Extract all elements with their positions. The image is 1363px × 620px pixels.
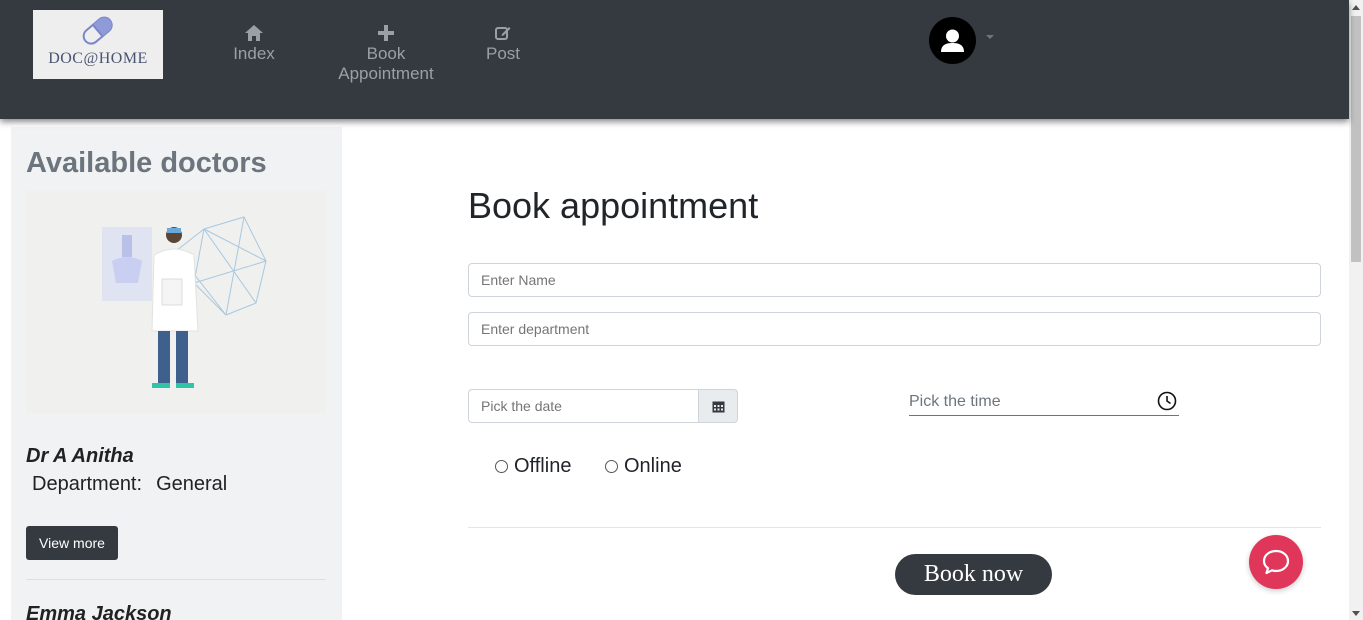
top-navbar: DOC@HOME Index Book Appointment Post xyxy=(0,0,1349,119)
nav-index-label: Index xyxy=(233,44,275,63)
home-icon xyxy=(245,25,263,41)
offline-radio[interactable] xyxy=(495,459,508,473)
sidebar-divider xyxy=(26,579,326,580)
user-avatar-icon xyxy=(941,29,964,52)
nav-post[interactable]: Post xyxy=(478,22,528,64)
date-picker xyxy=(468,389,738,423)
user-menu-caret-icon[interactable] xyxy=(986,35,994,39)
form-divider xyxy=(468,527,1321,528)
offline-option[interactable]: Offline xyxy=(495,454,571,478)
online-label: Online xyxy=(624,454,682,477)
online-radio[interactable] xyxy=(605,459,618,473)
nav-post-label: Post xyxy=(485,44,521,63)
scroll-down-arrow-icon[interactable] xyxy=(1349,606,1363,620)
edit-icon xyxy=(495,27,511,40)
scroll-thumb[interactable] xyxy=(1351,16,1361,262)
time-input[interactable] xyxy=(909,389,1149,415)
offline-label: Offline xyxy=(514,454,572,477)
doctor-name: Emma Jackson xyxy=(26,603,172,620)
nav-book-appointment[interactable]: Book Appointment xyxy=(330,22,442,84)
pill-icon xyxy=(82,16,113,45)
online-option[interactable]: Online xyxy=(605,454,682,478)
date-input[interactable] xyxy=(468,389,699,423)
view-more-button[interactable]: View more xyxy=(26,526,118,560)
clock-icon[interactable] xyxy=(1157,391,1177,411)
plus-icon xyxy=(378,25,394,41)
department-value: General xyxy=(156,473,228,495)
nav-book-label: Book Appointment xyxy=(338,44,434,83)
department-label: Department: xyxy=(32,473,143,495)
calendar-icon xyxy=(712,401,724,412)
name-input[interactable] xyxy=(468,263,1321,297)
page-scrollbar[interactable] xyxy=(1349,0,1363,620)
page-title: Book appointment xyxy=(468,185,759,226)
calendar-button[interactable] xyxy=(698,389,738,423)
department-input[interactable] xyxy=(468,312,1321,346)
user-avatar[interactable] xyxy=(929,17,976,64)
doctor-department: Department: General xyxy=(32,473,227,496)
doctor-name: Dr A Anitha xyxy=(26,445,134,467)
chat-bubble-icon xyxy=(1262,549,1290,575)
book-now-button[interactable]: Book now xyxy=(895,554,1052,595)
doctor-illustration xyxy=(26,191,326,413)
brand-logo[interactable]: DOC@HOME xyxy=(33,10,163,79)
doctors-sidebar: Available doctors Dr A Anitha Department… xyxy=(11,127,342,620)
sidebar-title: Available doctors xyxy=(26,147,267,179)
chat-button[interactable] xyxy=(1249,535,1303,589)
nav-index[interactable]: Index xyxy=(224,22,284,64)
logo-text: DOC@HOME xyxy=(48,50,148,67)
scroll-up-arrow-icon[interactable] xyxy=(1349,0,1363,14)
time-picker xyxy=(909,389,1179,416)
